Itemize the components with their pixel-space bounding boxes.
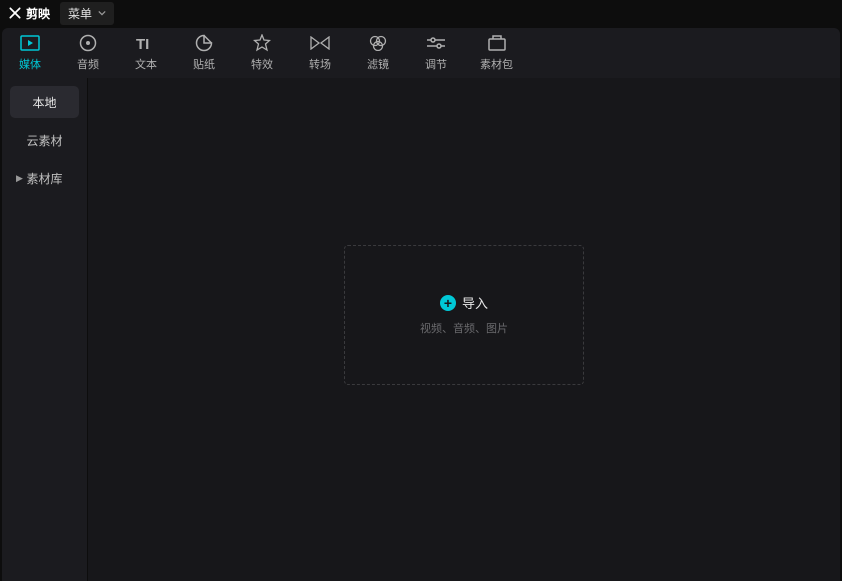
sidebar-item-local[interactable]: 本地 bbox=[10, 86, 79, 118]
sidebar-item-label: 本地 bbox=[32, 94, 56, 111]
content-area: + 导入 视频、音频、图片 bbox=[88, 78, 840, 581]
text-icon: TI bbox=[136, 34, 156, 52]
tab-effect[interactable]: 特效 bbox=[248, 34, 276, 72]
tab-text-label: 文本 bbox=[135, 56, 157, 72]
logo-icon bbox=[8, 6, 22, 20]
tab-filter-label: 滤镜 bbox=[367, 56, 389, 72]
app-name: 剪映 bbox=[26, 5, 50, 22]
sidebar-item-label: 素材库 bbox=[26, 170, 62, 187]
media-icon bbox=[20, 34, 40, 52]
assetpack-icon bbox=[487, 34, 507, 52]
menu-button[interactable]: 菜单 bbox=[60, 2, 114, 25]
audio-icon bbox=[78, 34, 98, 52]
tab-assetpack[interactable]: 素材包 bbox=[480, 34, 513, 72]
tab-audio-label: 音频 bbox=[77, 56, 99, 72]
import-row: + 导入 bbox=[440, 293, 488, 312]
sidebar: 本地 云素材 ▶ 素材库 bbox=[2, 78, 88, 581]
transition-icon bbox=[310, 34, 330, 52]
tab-transition-label: 转场 bbox=[309, 56, 331, 72]
sidebar-item-label: 云素材 bbox=[26, 132, 62, 149]
tab-effect-label: 特效 bbox=[251, 56, 273, 72]
sidebar-item-library[interactable]: ▶ 素材库 bbox=[10, 162, 79, 194]
effect-icon bbox=[252, 34, 272, 52]
plus-icon: + bbox=[440, 295, 456, 311]
tab-sticker[interactable]: 贴纸 bbox=[190, 34, 218, 72]
tab-filter[interactable]: 滤镜 bbox=[364, 34, 392, 72]
import-label: 导入 bbox=[462, 293, 488, 312]
import-hint: 视频、音频、图片 bbox=[420, 320, 508, 336]
tab-adjust[interactable]: 调节 bbox=[422, 34, 450, 72]
adjust-icon bbox=[426, 34, 446, 52]
top-toolbar: 媒体 音频 TI 文本 贴纸 特效 转场 滤镜 bbox=[2, 28, 840, 78]
app-logo: 剪映 bbox=[8, 5, 50, 22]
svg-text:TI: TI bbox=[136, 36, 149, 51]
tab-transition[interactable]: 转场 bbox=[306, 34, 334, 72]
tab-sticker-label: 贴纸 bbox=[193, 56, 215, 72]
tab-media[interactable]: 媒体 bbox=[16, 34, 44, 72]
tab-audio[interactable]: 音频 bbox=[74, 34, 102, 72]
tab-text[interactable]: TI 文本 bbox=[132, 34, 160, 72]
tab-media-label: 媒体 bbox=[19, 56, 41, 72]
import-dropzone[interactable]: + 导入 视频、音频、图片 bbox=[344, 245, 584, 385]
menu-label: 菜单 bbox=[68, 5, 92, 22]
tab-assetpack-label: 素材包 bbox=[480, 56, 513, 72]
sidebar-item-cloud[interactable]: 云素材 bbox=[10, 124, 79, 156]
tab-adjust-label: 调节 bbox=[425, 56, 447, 72]
chevron-down-icon bbox=[98, 9, 106, 17]
titlebar: 剪映 菜单 bbox=[0, 0, 842, 26]
filter-icon bbox=[368, 34, 388, 52]
workspace: 本地 云素材 ▶ 素材库 + 导入 视频、音频、图片 bbox=[2, 78, 840, 581]
caret-right-icon: ▶ bbox=[16, 173, 23, 184]
sticker-icon bbox=[194, 34, 214, 52]
